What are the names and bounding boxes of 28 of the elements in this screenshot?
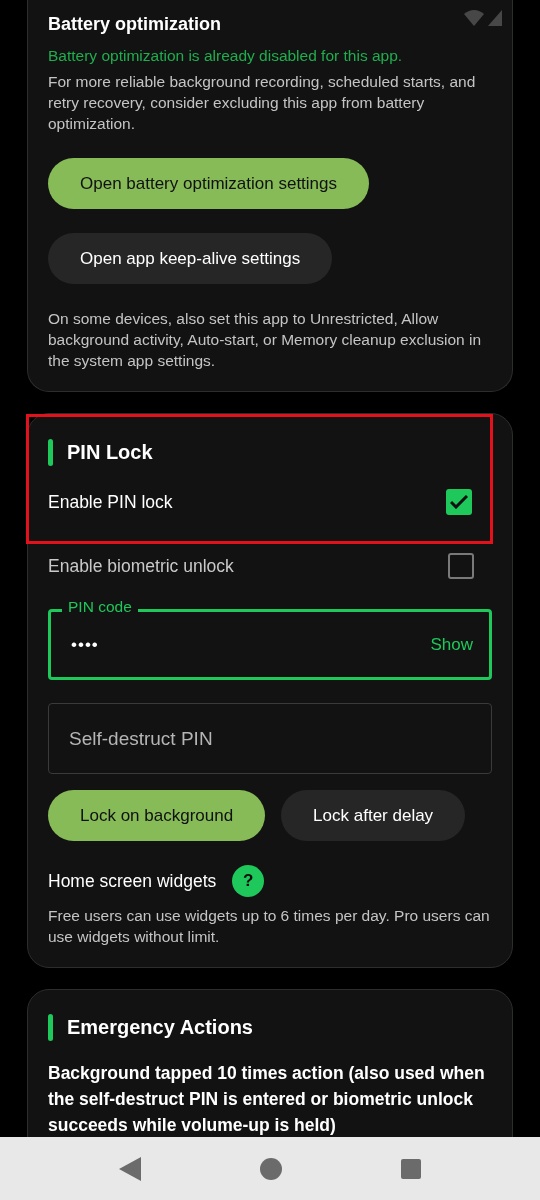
widgets-title: Home screen widgets [48, 869, 217, 893]
widgets-note: Free users can use widgets up to 6 times per day. Pro users can use widgets without limit. [48, 906, 491, 947]
show-link[interactable]: Show [430, 631, 473, 658]
wifi-icon [464, 10, 484, 26]
settings-button[interactable]: Open battery optimization settings [48, 158, 370, 209]
self-destruct-field[interactable]: Self-destruct PIN [48, 703, 492, 774]
section-title: Emergency Actions [67, 1015, 253, 1040]
accent-bar [48, 1013, 53, 1041]
settings-button[interactable]: Open app keep-alive settings [48, 233, 333, 284]
section-title: Battery optimization [48, 13, 221, 36]
option-label: Enable PIN lock [48, 490, 173, 514]
note-text: On some devices, also set this app to Unrestricted, Allow background activity, Auto-start, or Memory cleanup exclusion in the system app settings. [48, 309, 483, 371]
status-text: Battery optimization is already disabled for this app. [48, 46, 404, 66]
accent-bar [48, 438, 53, 466]
back-icon[interactable] [119, 1156, 142, 1181]
description-text: For more reliable background recording, scheduled starts, and retry recovery, consider excluding this app from battery optimization. [48, 72, 477, 134]
checkbox[interactable] [446, 489, 472, 515]
action-heading: Background tapped 10 times action (also used when the self-destruct PIN is entered or biometric unlock succeeds while volume-up is held) [48, 1062, 486, 1137]
help-button[interactable]: ? [232, 865, 265, 897]
home-icon[interactable] [260, 1157, 282, 1180]
recents-icon[interactable] [400, 1158, 421, 1179]
signal-icon [488, 10, 502, 26]
check-icon [450, 495, 468, 509]
option-label: Enable biometric unlock [48, 554, 234, 578]
lock-mode-button[interactable]: Lock after delay [281, 790, 466, 841]
field-value: •••• [71, 633, 100, 656]
lock-mode-button[interactable]: Lock on background [48, 790, 266, 841]
section-title: PIN Lock [67, 440, 153, 465]
